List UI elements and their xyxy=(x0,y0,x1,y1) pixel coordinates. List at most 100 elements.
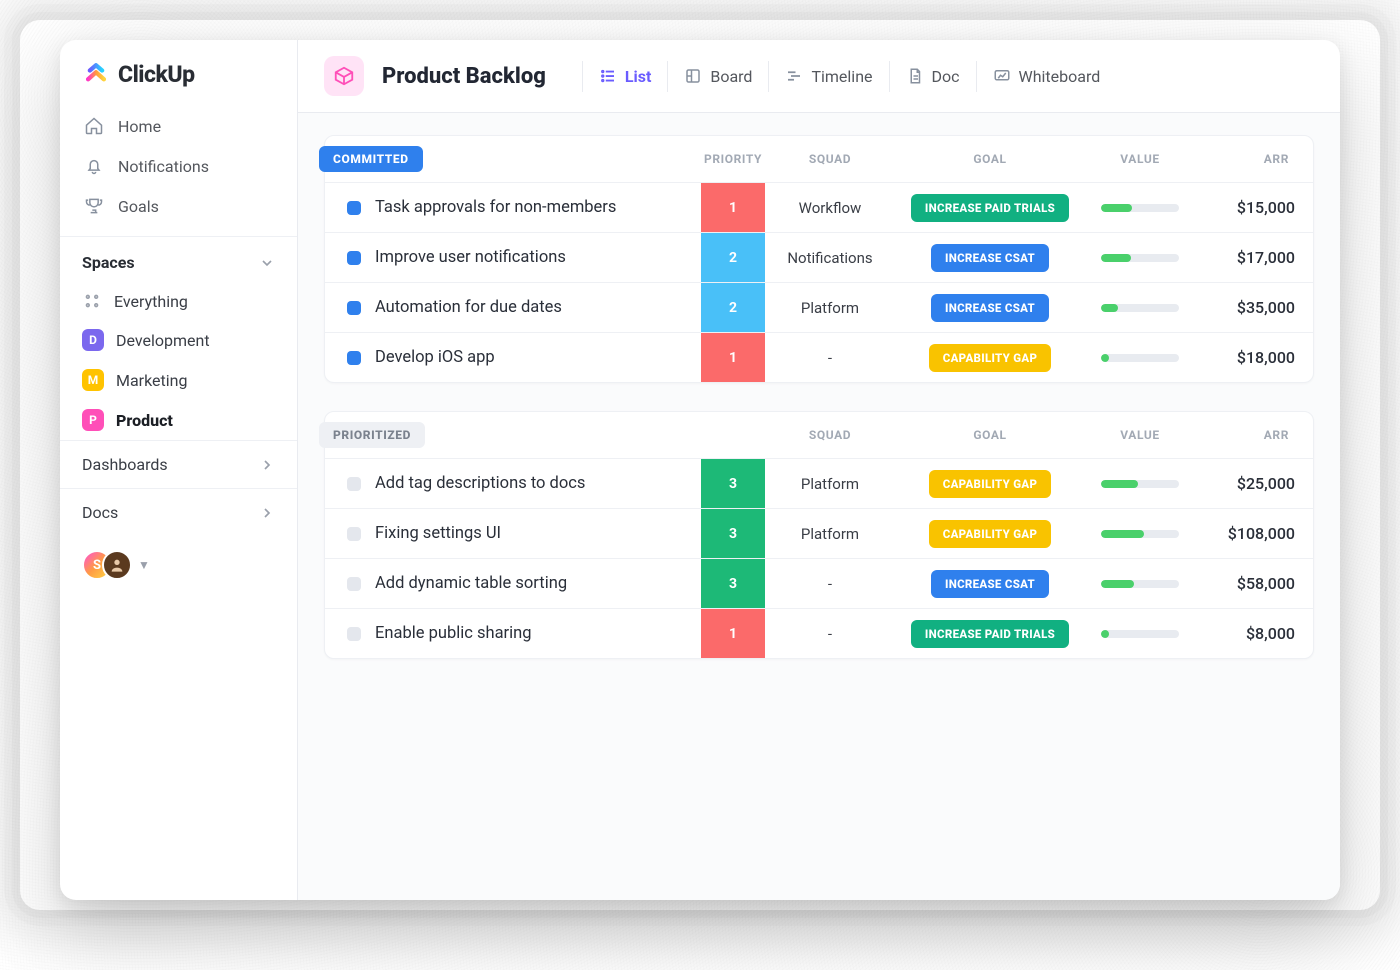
task-row[interactable]: Develop iOS app 1 - CAPABILITY GAP $18,0… xyxy=(325,332,1313,382)
task-status-square[interactable] xyxy=(347,477,361,491)
task-row[interactable]: Task approvals for non-members 1 Workflo… xyxy=(325,182,1313,232)
col-arr: ARR xyxy=(1195,428,1295,442)
space-everything[interactable]: Everything xyxy=(60,282,297,320)
view-tab-timeline[interactable]: Timeline xyxy=(768,61,888,92)
sidebar-dashboards[interactable]: Dashboards xyxy=(60,440,297,488)
doc-icon xyxy=(906,67,924,85)
spaces-header[interactable]: Spaces xyxy=(60,236,297,282)
goal-pill[interactable]: INCREASE PAID TRIALS xyxy=(911,620,1069,648)
goal-pill[interactable]: CAPABILITY GAP xyxy=(929,470,1051,498)
goal-cell: INCREASE CSAT xyxy=(895,244,1085,272)
goal-cell: CAPABILITY GAP xyxy=(895,470,1085,498)
view-tab-whiteboard[interactable]: Whiteboard xyxy=(976,61,1117,92)
value-cell xyxy=(1085,480,1195,488)
value-cell xyxy=(1085,580,1195,588)
whiteboard-icon xyxy=(993,67,1011,85)
app-window: ClickUp Home Notifications Goals Spaces … xyxy=(60,40,1340,900)
goal-cell: CAPABILITY GAP xyxy=(895,520,1085,548)
task-cell: Fixing settings UI xyxy=(325,524,701,543)
group-status-pill[interactable]: COMMITTED xyxy=(319,146,423,172)
squad-cell: Platform xyxy=(765,299,895,317)
sidebar-docs-label: Docs xyxy=(82,503,118,522)
space-item-product[interactable]: P Product xyxy=(60,400,297,440)
brand[interactable]: ClickUp xyxy=(60,40,297,106)
progress-bar xyxy=(1101,630,1179,638)
priority-cell[interactable]: 2 xyxy=(701,233,765,282)
col-squad: SQUAD xyxy=(765,428,895,442)
col-arr: ARR xyxy=(1195,152,1295,166)
goal-pill[interactable]: CAPABILITY GAP xyxy=(929,344,1051,372)
task-status-square[interactable] xyxy=(347,351,361,365)
priority-cell[interactable]: 3 xyxy=(701,559,765,608)
goal-pill[interactable]: INCREASE CSAT xyxy=(931,570,1049,598)
task-row[interactable]: Enable public sharing 1 - INCREASE PAID … xyxy=(325,608,1313,658)
task-cell: Automation for due dates xyxy=(325,298,701,317)
task-status-square[interactable] xyxy=(347,301,361,315)
arr-cell: $18,000 xyxy=(1195,348,1295,367)
col-goal: GOAL xyxy=(895,428,1085,442)
nav-notifications[interactable]: Notifications xyxy=(70,146,287,186)
trophy-icon xyxy=(84,196,104,216)
value-cell xyxy=(1085,354,1195,362)
view-tab-board-label: Board xyxy=(710,67,752,86)
space-item-development[interactable]: D Development xyxy=(60,320,297,360)
goal-pill[interactable]: INCREASE CSAT xyxy=(931,244,1049,272)
view-tab-doc-label: Doc xyxy=(932,67,960,86)
task-status-square[interactable] xyxy=(347,527,361,541)
user-avatars[interactable]: S ▼ xyxy=(60,536,297,594)
value-cell xyxy=(1085,254,1195,262)
goal-cell: INCREASE PAID TRIALS xyxy=(895,194,1085,222)
brand-name: ClickUp xyxy=(118,61,195,88)
task-name: Improve user notifications xyxy=(375,248,566,267)
progress-bar xyxy=(1101,580,1179,588)
progress-bar xyxy=(1101,480,1179,488)
nav-home[interactable]: Home xyxy=(70,106,287,146)
task-row[interactable]: Improve user notifications 2 Notificatio… xyxy=(325,232,1313,282)
nav-home-label: Home xyxy=(118,117,161,136)
task-status-square[interactable] xyxy=(347,627,361,641)
priority-cell[interactable]: 1 xyxy=(701,333,765,382)
view-tabs: List Board Timeline Doc Whiteboard xyxy=(582,61,1116,92)
progress-bar xyxy=(1101,204,1179,212)
group-status-pill[interactable]: PRIORITIZED xyxy=(319,422,425,448)
squad-cell: Notifications xyxy=(765,249,895,267)
goal-cell: INCREASE CSAT xyxy=(895,294,1085,322)
task-row[interactable]: Add tag descriptions to docs 3 Platform … xyxy=(325,458,1313,508)
task-name: Add tag descriptions to docs xyxy=(375,474,585,493)
task-status-square[interactable] xyxy=(347,201,361,215)
task-name: Enable public sharing xyxy=(375,624,532,643)
group-header: COMMITTED PRIORITY SQUAD GOAL VALUE ARR xyxy=(325,136,1313,182)
task-status-square[interactable] xyxy=(347,251,361,265)
sidebar-docs[interactable]: Docs xyxy=(60,488,297,536)
task-name: Automation for due dates xyxy=(375,298,562,317)
clickup-logo-icon xyxy=(82,60,110,88)
goal-cell: CAPABILITY GAP xyxy=(895,344,1085,372)
priority-cell[interactable]: 1 xyxy=(701,183,765,232)
goal-pill[interactable]: INCREASE CSAT xyxy=(931,294,1049,322)
view-tab-doc[interactable]: Doc xyxy=(889,61,976,92)
priority-cell[interactable]: 3 xyxy=(701,459,765,508)
priority-cell[interactable]: 2 xyxy=(701,283,765,332)
task-status-square[interactable] xyxy=(347,577,361,591)
progress-bar xyxy=(1101,254,1179,262)
view-tab-list[interactable]: List xyxy=(582,61,668,92)
priority-cell[interactable]: 3 xyxy=(701,509,765,558)
progress-bar xyxy=(1101,354,1179,362)
goal-pill[interactable]: INCREASE PAID TRIALS xyxy=(911,194,1069,222)
priority-cell[interactable]: 1 xyxy=(701,609,765,658)
space-badge: M xyxy=(82,369,104,391)
task-row[interactable]: Automation for due dates 2 Platform INCR… xyxy=(325,282,1313,332)
main: Product Backlog List Board Timeline Doc xyxy=(298,40,1340,900)
view-tab-board[interactable]: Board xyxy=(667,61,768,92)
arr-cell: $35,000 xyxy=(1195,298,1295,317)
space-item-label: Product xyxy=(116,411,173,430)
nav-goals[interactable]: Goals xyxy=(70,186,287,226)
task-row[interactable]: Add dynamic table sorting 3 - INCREASE C… xyxy=(325,558,1313,608)
goal-cell: INCREASE CSAT xyxy=(895,570,1085,598)
sidebar-dashboards-label: Dashboards xyxy=(82,455,168,474)
task-row[interactable]: Fixing settings UI 3 Platform CAPABILITY… xyxy=(325,508,1313,558)
space-item-marketing[interactable]: M Marketing xyxy=(60,360,297,400)
space-everything-label: Everything xyxy=(114,292,188,311)
goal-pill[interactable]: CAPABILITY GAP xyxy=(929,520,1051,548)
task-cell: Enable public sharing xyxy=(325,624,701,643)
